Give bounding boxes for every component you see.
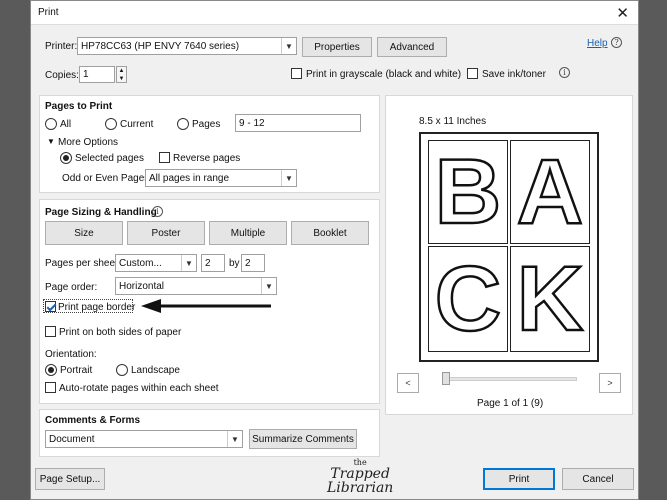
preview-page: B A C K: [419, 132, 599, 362]
page-sizing-title: Page Sizing & Handling: [45, 207, 157, 218]
previous-page-button[interactable]: <: [397, 373, 419, 393]
both-sides-label: Print on both sides of paper: [59, 327, 182, 338]
orientation-label: Orientation:: [45, 349, 97, 360]
page-setup-button[interactable]: Page Setup...: [35, 468, 105, 490]
printer-select-value: HP78CC63 (HP ENVY 7640 series): [81, 40, 240, 52]
pages-range-value: 9 - 12: [239, 117, 265, 129]
print-dialog: Print ✕ Printer: HP78CC63 (HP ENVY 7640 …: [30, 0, 639, 500]
preview-cell-b: B: [428, 140, 508, 244]
poster-button[interactable]: Poster: [127, 221, 205, 245]
advanced-button[interactable]: Advanced: [377, 37, 447, 57]
paper-size-label: 8.5 x 11 Inches: [419, 116, 487, 127]
pages-per-sheet-label: Pages per sheet:: [45, 258, 121, 269]
chevron-down-icon: ▼: [181, 255, 196, 271]
preview-cell-c: C: [428, 246, 508, 352]
radio-pages-label: Pages: [192, 119, 221, 130]
printer-select[interactable]: HP78CC63 (HP ENVY 7640 series) ▼: [77, 37, 297, 55]
odd-even-label: Odd or Even Pages:: [62, 173, 153, 184]
properties-button[interactable]: Properties: [302, 37, 372, 57]
save-ink-label: Save ink/toner: [482, 69, 546, 80]
close-icon[interactable]: ✕: [616, 4, 629, 22]
chevron-down-icon: ▼: [227, 431, 242, 447]
page-order-value: Horizontal: [119, 280, 165, 292]
radio-all-label: All: [60, 119, 72, 130]
more-options-label[interactable]: More Options: [58, 137, 118, 148]
info-icon[interactable]: i: [559, 67, 570, 78]
rows-value: 2: [245, 257, 251, 269]
next-page-button[interactable]: >: [599, 373, 621, 393]
cancel-button[interactable]: Cancel: [562, 468, 634, 490]
both-sides-checkbox[interactable]: [45, 326, 56, 337]
preview-cell-a: A: [510, 140, 590, 244]
odd-even-value: All pages in range: [149, 172, 230, 184]
pages-to-print-title: Pages to Print: [45, 101, 113, 112]
portrait-label: Portrait: [60, 365, 93, 376]
watermark-logo: the Trapped Librarian: [327, 459, 394, 496]
grayscale-checkbox[interactable]: [291, 68, 302, 79]
chevron-down-icon: ▼: [281, 38, 296, 54]
auto-rotate-checkbox[interactable]: [45, 382, 56, 393]
copies-stepper[interactable]: ▲ ▼: [116, 66, 127, 83]
help-link[interactable]: Help: [587, 38, 608, 49]
page-order-label: Page order:: [45, 282, 98, 293]
radio-all[interactable]: [45, 118, 57, 130]
annotation-arrow-icon: [141, 299, 271, 313]
help-circle-icon[interactable]: ?: [611, 37, 622, 48]
booklet-button[interactable]: Booklet: [291, 221, 369, 245]
print-button[interactable]: Print: [483, 468, 555, 490]
auto-rotate-label: Auto-rotate pages within each sheet: [59, 383, 219, 394]
chevron-down-icon: ▼: [281, 170, 296, 186]
window-title: Print: [38, 7, 59, 18]
comments-select[interactable]: Document ▼: [45, 430, 243, 448]
watermark-line2: Trapped: [330, 466, 390, 482]
radio-pages[interactable]: [177, 118, 189, 130]
landscape-label: Landscape: [131, 365, 180, 376]
copies-value: 1: [83, 69, 89, 80]
by-label: by: [229, 258, 240, 269]
save-ink-checkbox[interactable]: [467, 68, 478, 79]
reverse-pages-label: Reverse pages: [173, 153, 241, 164]
page-indicator: Page 1 of 1 (9): [477, 398, 544, 409]
radio-portrait[interactable]: [45, 364, 57, 376]
radio-current[interactable]: [105, 118, 117, 130]
reverse-pages-checkbox[interactable]: [159, 152, 170, 163]
printer-label: Printer:: [45, 41, 78, 52]
size-button[interactable]: Size: [45, 221, 123, 245]
copies-input[interactable]: 1: [79, 66, 115, 83]
grayscale-label: Print in grayscale (black and white): [306, 69, 462, 80]
page-order-select[interactable]: Horizontal ▼: [115, 277, 277, 295]
comments-value: Document: [49, 433, 95, 445]
multiple-button[interactable]: Multiple: [209, 221, 287, 245]
triangle-down-icon[interactable]: ▼: [47, 137, 55, 146]
pages-per-sheet-value: Custom...: [119, 257, 162, 269]
radio-selected-pages[interactable]: [60, 152, 72, 164]
page-slider-handle[interactable]: [442, 372, 450, 385]
info-icon[interactable]: i: [152, 206, 163, 217]
columns-value: 2: [205, 257, 211, 269]
comments-forms-title: Comments & Forms: [45, 415, 141, 426]
print-border-checkbox[interactable]: [45, 301, 56, 312]
watermark-line3: Librarian: [327, 480, 394, 496]
pages-range-input[interactable]: 9 - 12: [235, 114, 361, 132]
columns-input[interactable]: 2: [201, 254, 225, 272]
rows-input[interactable]: 2: [241, 254, 265, 272]
print-border-label: Print page border: [58, 302, 136, 313]
summarize-comments-button[interactable]: Summarize Comments: [249, 429, 357, 449]
page-slider-track[interactable]: [443, 377, 577, 381]
radio-current-label: Current: [120, 119, 154, 130]
title-bar: Print ✕: [31, 1, 638, 25]
selected-pages-label: Selected pages: [75, 153, 144, 164]
pages-per-sheet-select[interactable]: Custom... ▼: [115, 254, 197, 272]
preview-cell-k: K: [510, 246, 590, 352]
copies-label: Copies:: [45, 70, 79, 81]
chevron-down-icon: ▼: [261, 278, 276, 294]
odd-even-select[interactable]: All pages in range ▼: [145, 169, 297, 187]
radio-landscape[interactable]: [116, 364, 128, 376]
